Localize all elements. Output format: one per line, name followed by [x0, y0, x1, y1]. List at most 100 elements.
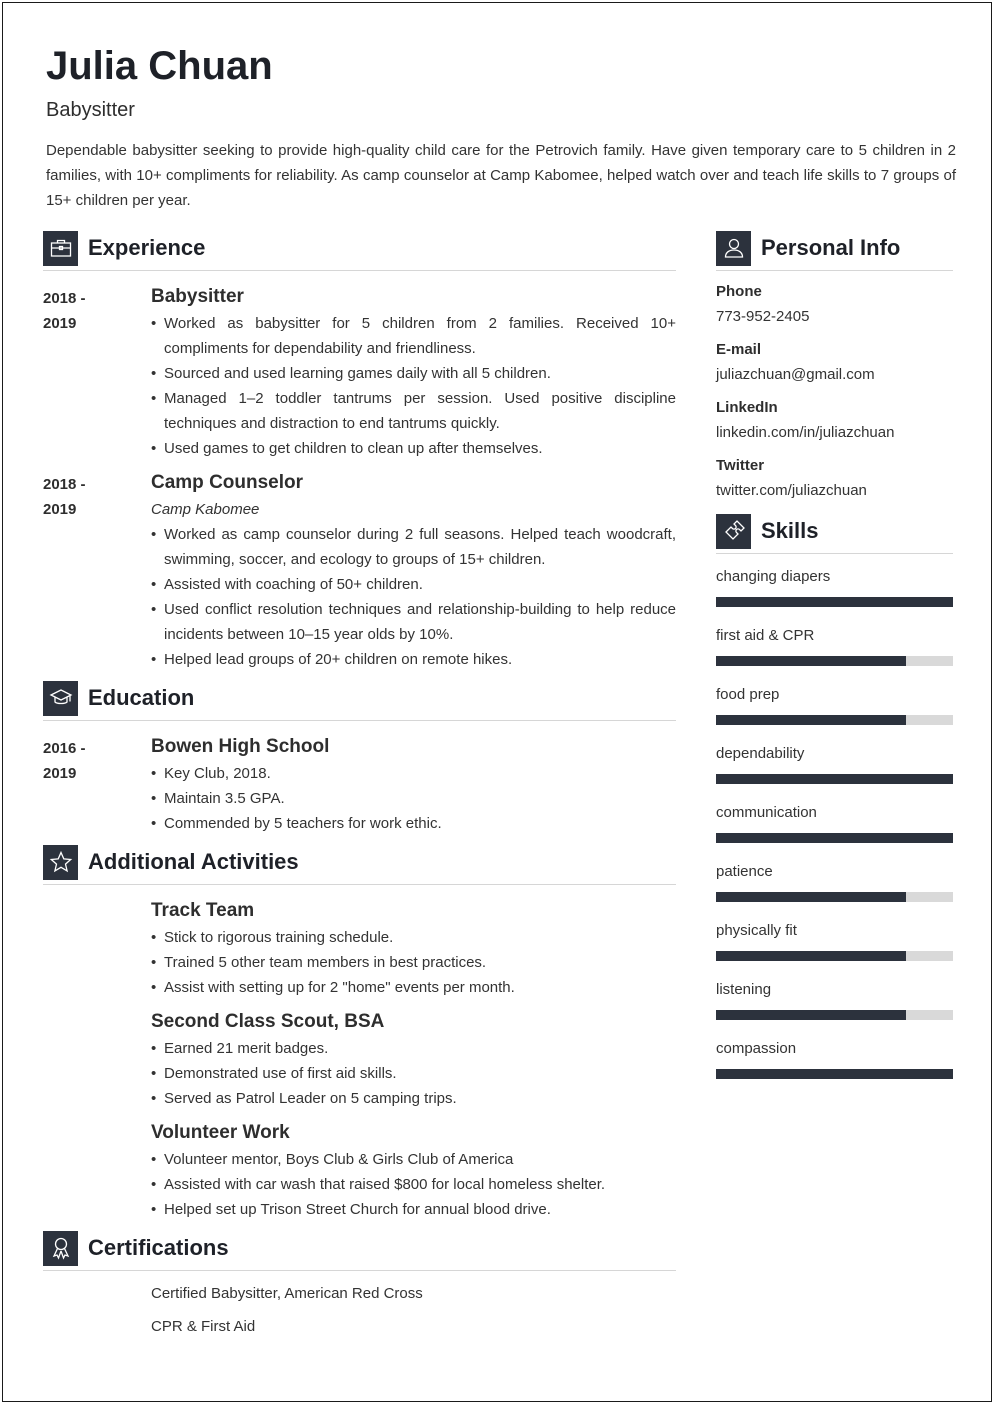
bullet-list: Worked as babysitter for 5 children from…	[151, 311, 676, 461]
award-ribbon-icon	[43, 1230, 78, 1266]
entry-title: Camp Counselor	[151, 472, 304, 493]
skill-level-bar	[716, 715, 953, 725]
skill-name: patience	[716, 863, 773, 880]
bullet-item: Worked as babysitter for 5 children from…	[151, 311, 676, 361]
experience-entry: 2018 - 2019 Camp Counselor Camp Kabomee …	[43, 469, 676, 672]
bullet-item: Used conflict resolution techniques and …	[151, 597, 676, 647]
skill-level-fill	[716, 774, 953, 784]
star-icon	[43, 844, 78, 880]
activity-entry: Volunteer Work Volunteer mentor, Boys Cl…	[43, 1119, 676, 1222]
skill-item: compassion	[716, 1036, 953, 1095]
bullet-item: Demonstrated use of first aid skills.	[151, 1061, 676, 1086]
section-header: Experience	[43, 230, 676, 271]
activity-entry: Track Team Stick to rigorous training sc…	[43, 897, 676, 1000]
skill-item: food prep	[716, 682, 953, 741]
date-start: 2016 -	[43, 740, 86, 757]
entry-title: Bowen High School	[151, 736, 330, 757]
skills-list: changing diapers first aid & CPR food prep…	[716, 564, 953, 1095]
section-header: Education	[43, 680, 676, 721]
date-end: 2019	[43, 315, 77, 332]
bullet-item: Used games to get children to clean up a…	[151, 436, 676, 461]
linkedin-link[interactable]: linkedin.com/in/juliazchuan	[716, 420, 953, 445]
bullet-list: Worked as camp counselor during 2 full s…	[151, 522, 676, 672]
education-entry: 2016 - 2019 Bowen High School Key Club, …	[43, 733, 676, 836]
user-icon	[716, 230, 751, 266]
bullet-item: Managed 1–2 toddler tantrums per session…	[151, 386, 676, 436]
entry-date: 2018 - 2019	[43, 283, 151, 461]
job-title: Babysitter	[46, 99, 135, 121]
bullet-item: Key Club, 2018.	[151, 761, 676, 786]
section-title: Certifications	[88, 1235, 229, 1260]
skill-level-fill	[716, 597, 953, 607]
skill-level-fill	[716, 892, 906, 902]
twitter-link[interactable]: twitter.com/juliazchuan	[716, 478, 953, 503]
skill-level-fill	[716, 833, 953, 843]
bullet-item: Maintain 3.5 GPA.	[151, 786, 676, 811]
entry-body: Volunteer Work Volunteer mentor, Boys Cl…	[151, 1119, 676, 1222]
bullet-item: Commended by 5 teachers for work ethic.	[151, 811, 676, 836]
entry-date: 2018 - 2019	[43, 469, 151, 672]
bullet-item: Helped set up Trison Street Church for a…	[151, 1197, 676, 1222]
skill-level-fill	[716, 1069, 953, 1079]
skill-item: changing diapers	[716, 564, 953, 623]
skill-level-bar	[716, 951, 953, 961]
bullet-item: Trained 5 other team members in best pra…	[151, 950, 676, 975]
date-end: 2019	[43, 765, 77, 782]
entry-organization: Camp Kabomee	[151, 501, 260, 518]
entry-title: Babysitter	[151, 286, 244, 307]
entry-date: 2016 - 2019	[43, 733, 151, 836]
info-field-phone: Phone 773-952-2405	[716, 279, 953, 329]
skill-name: first aid & CPR	[716, 627, 815, 644]
bullet-item: Served as Patrol Leader on 5 camping tri…	[151, 1086, 676, 1111]
bullet-item: Helped lead groups of 20+ children on re…	[151, 647, 676, 672]
skills-section: Skills changing diapers first aid & CPR fo…	[716, 513, 953, 1095]
section-title: Additional Activities	[88, 849, 299, 874]
skill-level-bar	[716, 892, 953, 902]
date-start: 2018 -	[43, 290, 86, 307]
info-label: Twitter	[716, 457, 765, 474]
skill-item: dependability	[716, 741, 953, 800]
skill-level-bar	[716, 1010, 953, 1020]
bullet-item: Assisted with car wash that raised $800 …	[151, 1172, 676, 1197]
graduation-cap-icon	[43, 680, 78, 716]
right-column: Personal Info Phone 773-952-2405 E-mail …	[716, 230, 953, 1095]
bullet-item: Assist with setting up for 2 "home" even…	[151, 975, 676, 1000]
entry-body: Camp Counselor Camp Kabomee Worked as ca…	[151, 469, 676, 672]
skill-item: first aid & CPR	[716, 623, 953, 682]
skill-item: listening	[716, 977, 953, 1036]
skill-level-bar	[716, 774, 953, 784]
skill-item: communication	[716, 800, 953, 859]
skill-level-bar	[716, 656, 953, 666]
skill-name: food prep	[716, 686, 780, 703]
bullet-list: Stick to rigorous training schedule. Tra…	[151, 925, 676, 1000]
skill-name: listening	[716, 981, 772, 998]
skill-item: physically fit	[716, 918, 953, 977]
skill-level-bar	[716, 833, 953, 843]
info-field-email: E-mail juliazchuan@gmail.com	[716, 337, 953, 387]
bullet-item: Sourced and used learning games daily wi…	[151, 361, 676, 386]
experience-section: Experience 2018 - 2019 Babysitter Worked…	[43, 230, 676, 672]
section-header: Additional Activities	[43, 844, 676, 885]
email-link[interactable]: juliazchuan@gmail.com	[716, 362, 953, 387]
section-title: Skills	[761, 518, 819, 543]
info-label: LinkedIn	[716, 399, 778, 416]
education-section: Education 2016 - 2019 Bowen High School …	[43, 680, 676, 836]
briefcase-icon	[43, 230, 78, 266]
skill-name: compassion	[716, 1040, 797, 1057]
entry-body: Track Team Stick to rigorous training sc…	[151, 897, 676, 1000]
skill-name: communication	[716, 804, 817, 821]
candidate-name: Julia Chuan	[46, 44, 273, 88]
skill-level-bar	[716, 1069, 953, 1079]
entry-body: Bowen High School Key Club, 2018. Mainta…	[151, 733, 676, 836]
section-title: Personal Info	[761, 235, 901, 260]
skill-level-bar	[716, 597, 953, 607]
date-start: 2018 -	[43, 476, 86, 493]
skill-level-fill	[716, 1010, 906, 1020]
activities-section: Additional Activities Track Team Stick t…	[43, 844, 676, 1222]
section-title: Experience	[88, 235, 206, 260]
puzzle-piece-icon	[716, 513, 751, 549]
bullet-item: Earned 21 merit badges.	[151, 1036, 676, 1061]
entry-title: Second Class Scout, BSA	[151, 1011, 385, 1032]
activity-entry: Second Class Scout, BSA Earned 21 merit …	[43, 1008, 676, 1111]
summary: Dependable babysitter seeking to provide…	[46, 142, 956, 209]
